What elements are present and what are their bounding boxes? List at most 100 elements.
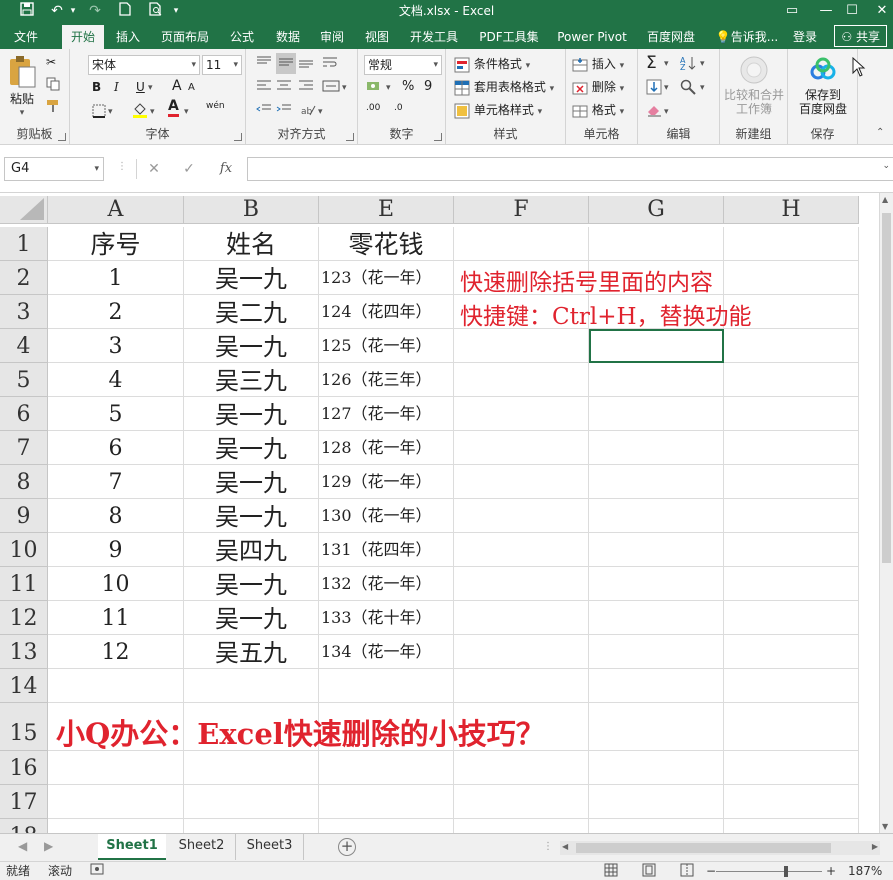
page-break-view-icon[interactable]: [680, 863, 694, 880]
cell-b17[interactable]: [184, 785, 319, 819]
cell-h12[interactable]: [724, 601, 859, 635]
cell-b2[interactable]: 吴一九: [184, 261, 319, 295]
chevron-down-icon[interactable]: ▾: [150, 107, 155, 117]
column-header-h[interactable]: H: [724, 196, 859, 224]
cell-e9[interactable]: 130（花一年）: [319, 499, 454, 533]
cell-e6[interactable]: 127（花一年）: [319, 397, 454, 431]
cell-b14[interactable]: [184, 669, 319, 703]
decrease-indent-icon[interactable]: [256, 103, 272, 120]
conditional-format-button[interactable]: 条件格式 ▾: [454, 55, 530, 73]
cell-a16[interactable]: [48, 751, 184, 785]
cell-h7[interactable]: [724, 431, 859, 465]
cell-b8[interactable]: 吴一九: [184, 465, 319, 499]
compare-merge-button[interactable]: 比较和合并 工作簿: [720, 55, 788, 116]
column-header-g[interactable]: G: [589, 196, 724, 224]
cell-e1[interactable]: 零花钱: [319, 227, 454, 261]
normal-view-icon[interactable]: [604, 863, 618, 880]
cell-f6[interactable]: [454, 397, 589, 431]
delete-cells-button[interactable]: 删除 ▾: [572, 78, 624, 96]
chevron-down-icon[interactable]: ▾: [664, 107, 669, 117]
cell-f5[interactable]: [454, 363, 589, 397]
cell-g10[interactable]: [589, 533, 724, 567]
cell-g15[interactable]: [589, 703, 724, 751]
cell-h16[interactable]: [724, 751, 859, 785]
autosum-icon[interactable]: Σ: [646, 53, 657, 73]
cell-g16[interactable]: [589, 751, 724, 785]
expand-formula-bar-icon[interactable]: ⌄: [882, 161, 890, 171]
row-header-12[interactable]: 12: [0, 601, 48, 635]
next-sheet-icon[interactable]: ▶: [44, 839, 53, 853]
tab-baidu-netdisk[interactable]: 百度网盘: [640, 25, 702, 49]
increase-decimal-button[interactable]: .00: [366, 103, 380, 113]
zoom-out-icon[interactable]: −: [706, 863, 716, 880]
cell-a18[interactable]: [48, 819, 184, 833]
scroll-up-icon[interactable]: ▲: [882, 195, 888, 204]
sheet-tab-sheet2[interactable]: Sheet2: [168, 834, 236, 860]
row-header-15[interactable]: 15: [0, 703, 48, 751]
align-center-icon[interactable]: [276, 79, 292, 96]
cell-a2[interactable]: 1: [48, 261, 184, 295]
share-button[interactable]: ⚇ 共享: [834, 25, 887, 47]
tab-developer[interactable]: 开发工具: [404, 25, 464, 49]
row-header-5[interactable]: 5: [0, 363, 48, 397]
cell-h6[interactable]: [724, 397, 859, 431]
cell-a10[interactable]: 9: [48, 533, 184, 567]
cell-a9[interactable]: 8: [48, 499, 184, 533]
fill-icon[interactable]: [646, 79, 662, 98]
row-header-4[interactable]: 4: [0, 329, 48, 363]
column-header-e[interactable]: E: [319, 196, 454, 224]
cell-e14[interactable]: [319, 669, 454, 703]
cell-b5[interactable]: 吴三九: [184, 363, 319, 397]
cell-f17[interactable]: [454, 785, 589, 819]
row-header-6[interactable]: 6: [0, 397, 48, 431]
decrease-decimal-button[interactable]: .0: [394, 103, 403, 113]
horizontal-scrollbar[interactable]: ◀ ▶: [560, 841, 880, 855]
cell-h10[interactable]: [724, 533, 859, 567]
paste-button[interactable]: 粘贴 ▾: [4, 55, 40, 120]
font-size-select[interactable]: 11 ▾: [202, 55, 242, 75]
cell-f14[interactable]: [454, 669, 589, 703]
font-name-select[interactable]: 宋体 ▾: [88, 55, 200, 75]
row-header-7[interactable]: 7: [0, 431, 48, 465]
worksheet-grid[interactable]: ABEFGH 123456789101112131415161718 序号姓名零…: [0, 193, 893, 833]
dialog-launcher-icon[interactable]: [234, 133, 242, 141]
column-header-b[interactable]: B: [184, 196, 319, 224]
tab-pdf-tools[interactable]: PDF工具集: [472, 25, 546, 49]
page-layout-view-icon[interactable]: [642, 863, 656, 880]
cell-e7[interactable]: 128（花一年）: [319, 431, 454, 465]
insert-cells-button[interactable]: 插入 ▾: [572, 55, 624, 73]
cell-b13[interactable]: 吴五九: [184, 635, 319, 669]
row-header-16[interactable]: 16: [0, 751, 48, 785]
phonetic-guide-button[interactable]: wén: [206, 101, 225, 111]
increase-indent-icon[interactable]: [276, 103, 292, 120]
tab-power-pivot[interactable]: Power Pivot: [552, 25, 632, 49]
cell-h11[interactable]: [724, 567, 859, 601]
cell-h5[interactable]: [724, 363, 859, 397]
tab-formulas[interactable]: 公式: [222, 25, 262, 49]
tab-data[interactable]: 数据: [268, 25, 308, 49]
collapse-ribbon-icon[interactable]: ⌃: [876, 127, 884, 138]
cell-g6[interactable]: [589, 397, 724, 431]
chevron-down-icon[interactable]: ▾: [342, 83, 347, 93]
format-as-table-button[interactable]: 套用表格格式 ▾: [454, 78, 554, 96]
row-header-9[interactable]: 9: [0, 499, 48, 533]
cell-a12[interactable]: 11: [48, 601, 184, 635]
enter-entry-icon[interactable]: ✓: [178, 157, 200, 181]
chevron-down-icon[interactable]: ▾: [386, 83, 391, 93]
scroll-down-icon[interactable]: ▼: [882, 822, 888, 831]
add-sheet-icon[interactable]: +: [338, 838, 356, 856]
cell-f13[interactable]: [454, 635, 589, 669]
formula-input[interactable]: [247, 157, 893, 181]
name-box[interactable]: G4 ▾: [4, 157, 104, 181]
cell-g1[interactable]: [589, 227, 724, 261]
cell-b4[interactable]: 吴一九: [184, 329, 319, 363]
tab-split-icon[interactable]: ⋮: [543, 841, 553, 852]
wrap-text-icon[interactable]: [322, 55, 338, 72]
cell-g8[interactable]: [589, 465, 724, 499]
cell-b12[interactable]: 吴一九: [184, 601, 319, 635]
select-all-button[interactable]: [0, 196, 48, 224]
cell-e2[interactable]: 123（花一年）: [319, 261, 454, 295]
cell-h4[interactable]: [724, 329, 859, 363]
cell-f1[interactable]: [454, 227, 589, 261]
cell-g7[interactable]: [589, 431, 724, 465]
